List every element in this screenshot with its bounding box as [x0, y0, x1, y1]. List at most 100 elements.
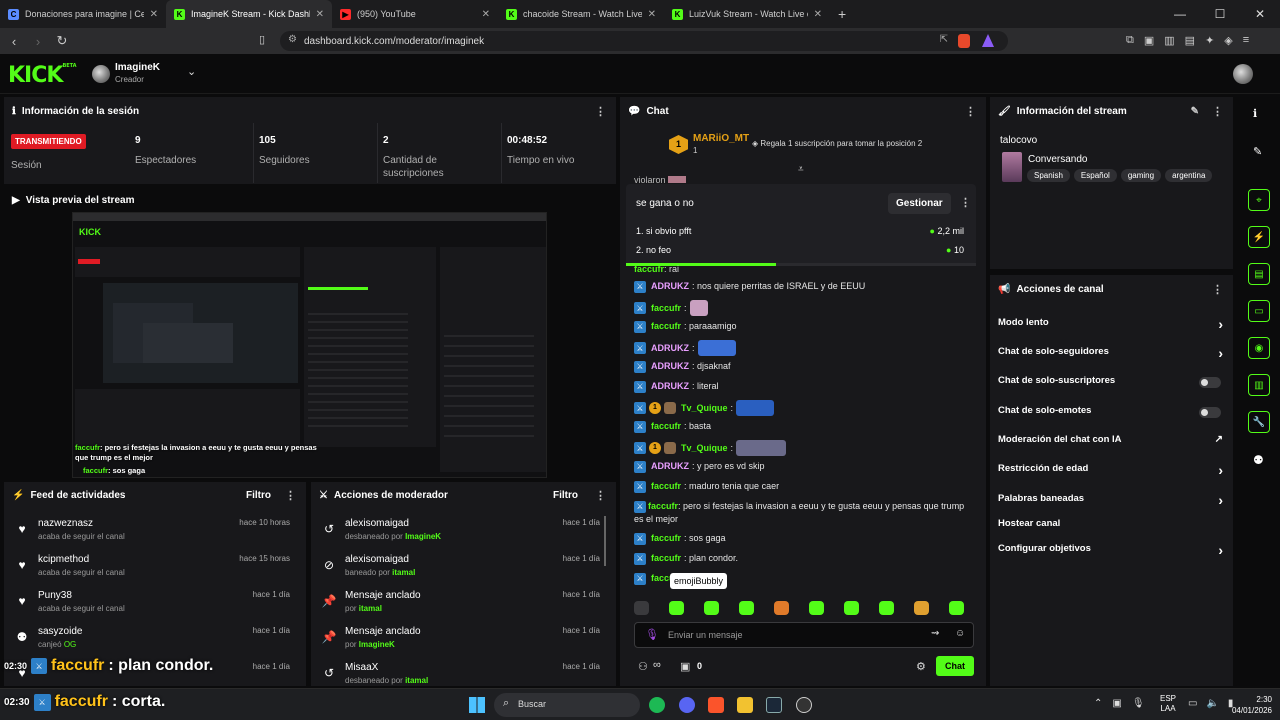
quick-emote[interactable]: [774, 601, 789, 615]
points-box-icon[interactable]: ▣: [680, 660, 690, 673]
windows-start-icon[interactable]: [469, 697, 485, 713]
channel-action-item[interactable]: Restricción de edad ›: [998, 462, 1225, 483]
forward-icon[interactable]: ›: [28, 34, 48, 49]
rail-info-icon[interactable]: ℹ: [1253, 107, 1257, 120]
browser-tab[interactable]: ▶ (950) YouTube ✕: [332, 0, 498, 28]
more-options-icon[interactable]: ⋮: [595, 489, 606, 502]
rail-broadcast-icon[interactable]: ◉: [1248, 337, 1270, 359]
top-gifter-name[interactable]: MARiiO_MT: [693, 133, 749, 144]
mod-action-target[interactable]: Mensaje anclado: [345, 590, 421, 601]
tray-app-icon[interactable]: ▣: [1112, 698, 1121, 709]
poll-option-label[interactable]: 1. si obvio pfft: [636, 226, 691, 236]
microphone-icon[interactable]: 🎙: [645, 628, 659, 641]
rail-layers-icon[interactable]: ▥: [1248, 374, 1270, 396]
chat-username[interactable]: ADRUKZ: [651, 280, 689, 293]
mod-action-target[interactable]: alexisomaigad: [345, 518, 409, 529]
activity-user[interactable]: Puny38: [38, 590, 72, 601]
channel-action-item[interactable]: Palabras baneadas ›: [998, 492, 1225, 513]
mod-action-target[interactable]: alexisomaigad: [345, 554, 409, 565]
mod-action-item[interactable]: 📌 Mensaje anclado por ImagineK hace 1 día: [311, 624, 616, 660]
new-tab-button[interactable]: +: [838, 6, 846, 22]
clock[interactable]: 2:30 04/01/2026: [1226, 694, 1272, 716]
more-options-icon[interactable]: ⋮: [285, 489, 296, 502]
stream-tag[interactable]: gaming: [1120, 169, 1162, 182]
quick-emote[interactable]: [844, 601, 859, 615]
chevron-down-icon[interactable]: ⌄: [187, 65, 196, 78]
brave-icon[interactable]: [708, 697, 724, 713]
chat-username[interactable]: faccufr: [651, 420, 681, 433]
stream-preview-video[interactable]: KICK faccufr: pero si festejas la invasi…: [72, 212, 547, 478]
quick-emote[interactable]: [809, 601, 824, 615]
chat-username[interactable]: Tv_Quique: [681, 442, 728, 455]
chat-message[interactable]: ⚔ ADRUKZ: y pero es vd skip: [634, 460, 974, 473]
gift-sub-cta[interactable]: ◈ Regala 1 suscripción para tomar la pos…: [752, 139, 922, 148]
menu-icon[interactable]: ≡: [1243, 34, 1249, 47]
chat-username[interactable]: Tv_Quique: [681, 402, 728, 415]
tray-microphone-icon[interactable]: 🎙: [1132, 698, 1145, 709]
extension-icon[interactable]: ⧉: [1126, 34, 1134, 47]
more-options-icon[interactable]: ⋮: [1212, 283, 1223, 296]
chat-message[interactable]: ⚔ faccufr: paraaamigo: [634, 320, 974, 333]
chat-username[interactable]: faccufr: [651, 480, 681, 493]
activity-item[interactable]: ♥ nazweznasz acaba de seguir el canal hace …: [4, 516, 306, 552]
screenshot-icon[interactable]: ▣: [1144, 34, 1154, 47]
chat-username[interactable]: ADRUKZ: [651, 380, 689, 393]
activity-item[interactable]: ♥ Puny38 acaba de seguir el canal hace 1 dí…: [4, 588, 306, 624]
poll-more-icon[interactable]: ⋮: [960, 196, 971, 209]
chat-emote[interactable]: [736, 400, 775, 416]
rail-edit-icon[interactable]: ✎: [1253, 145, 1262, 158]
quick-emote[interactable]: [739, 601, 754, 615]
close-tab-icon[interactable]: ✕: [316, 9, 324, 20]
activity-item[interactable]: ⚉ sasyzoide canjeó OG hace 1 día: [4, 624, 306, 660]
activity-item[interactable]: ♥ kcipmethod acaba de seguir el canal hace …: [4, 552, 306, 588]
browser-tab[interactable]: K ImagineK Stream - Kick Dashb ✕: [166, 0, 332, 28]
channel-switcher[interactable]: ImagineK Creador: [115, 62, 160, 84]
chat-username[interactable]: faccufr: [651, 320, 681, 333]
chat-message[interactable]: ⚔ ADRUKZ: nos quiere perritas de ISRAEL y…: [634, 280, 974, 293]
quick-emote[interactable]: [669, 601, 684, 615]
chat-message[interactable]: ⚔ 1 Tv_Quique:: [634, 400, 974, 416]
stream-tag[interactable]: Spanish: [1027, 169, 1070, 182]
command-icon[interactable]: ⇝: [931, 628, 939, 639]
channel-action-item[interactable]: Hostear canal: [998, 518, 1225, 538]
poll-option-label[interactable]: 2. no feo: [636, 245, 671, 255]
mod-filter-button[interactable]: Filtro: [553, 490, 578, 501]
chat-message[interactable]: ⚔ faccufr: plan condor.: [634, 552, 974, 565]
quick-emote[interactable]: [879, 601, 894, 615]
mod-action-by[interactable]: itamal: [392, 568, 415, 577]
mod-action-target[interactable]: Mensaje anclado: [345, 626, 421, 637]
close-tab-icon[interactable]: ✕: [648, 9, 656, 20]
rail-chat-icon[interactable]: ▭: [1248, 300, 1270, 322]
quick-emote[interactable]: [704, 601, 719, 615]
chat-input[interactable]: 🎙 Enviar un mensaje ⇝ ☺: [634, 622, 974, 648]
chat-message[interactable]: ⚔ ADRUKZ:: [634, 340, 974, 356]
minimize-icon[interactable]: —: [1160, 0, 1200, 28]
activity-filter-button[interactable]: Filtro: [246, 490, 271, 501]
rail-focus-icon[interactable]: ⌖: [1248, 189, 1270, 211]
wallet-icon[interactable]: ▤: [1185, 34, 1195, 47]
activity-user[interactable]: nazweznasz: [38, 518, 93, 529]
chat-emote[interactable]: [689, 300, 708, 316]
browser-tab[interactable]: C Donaciones para imagine | Ceneka ✕: [0, 0, 166, 28]
tray-chevron-icon[interactable]: ⌃: [1094, 698, 1102, 709]
mod-action-item[interactable]: 📌 Mensaje anclado por itamal hace 1 día: [311, 588, 616, 624]
chat-message[interactable]: ⚔ ADRUKZ: djsaknaf: [634, 360, 974, 373]
obs-icon[interactable]: [796, 697, 812, 713]
chat-message[interactable]: ⚔ ADRUKZ: literal: [634, 380, 974, 393]
browser-tab[interactable]: K LuizVuk Stream - Watch Live on ✕: [664, 0, 830, 28]
chat-emote[interactable]: [736, 440, 787, 456]
kick-logo[interactable]: KICKBETA: [8, 63, 77, 88]
quick-emote[interactable]: [634, 601, 649, 615]
close-tab-icon[interactable]: ✕: [150, 9, 158, 20]
mod-action-item[interactable]: ↺ alexisomaigad desbaneado por ImagineK hac…: [311, 516, 616, 552]
taskbar-search[interactable]: ⌕ Buscar: [494, 693, 640, 717]
mod-action-by[interactable]: itamal: [359, 604, 382, 613]
more-options-icon[interactable]: ⋮: [965, 105, 976, 118]
edit-pencil-icon[interactable]: ✎: [1191, 106, 1199, 117]
url-bar[interactable]: ⚙ dashboard.kick.com/moderator/imaginek …: [280, 31, 1008, 51]
toggle-switch[interactable]: [1199, 407, 1221, 418]
user-avatar[interactable]: [1233, 64, 1253, 84]
share-icon[interactable]: ⇱: [940, 34, 948, 45]
channel-action-item[interactable]: Moderación del chat con IA ↗: [998, 434, 1225, 454]
channel-action-item[interactable]: Chat de solo-emotes: [998, 405, 1225, 425]
